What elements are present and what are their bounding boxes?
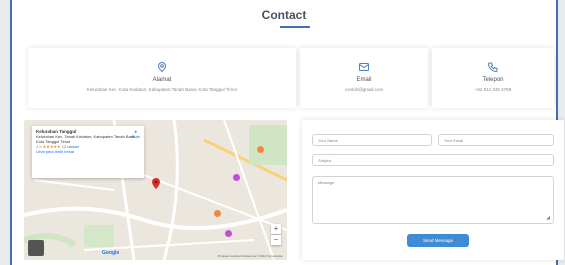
zoom-out-button[interactable]: − — [271, 235, 281, 245]
place-info-card: Kelurahan Tanggul Kelurahan Kec. Tanah K… — [32, 126, 144, 178]
map-pin-icon — [156, 60, 168, 73]
email-card: Email contoh@gmail.com — [300, 48, 428, 108]
email-input[interactable]: Your Email — [438, 134, 554, 146]
phone-icon — [487, 60, 499, 73]
email-label: Email — [356, 77, 372, 83]
street-view-thumbnail[interactable] — [28, 240, 44, 256]
place-address: Kelurahan Kec. Tanah Kedaton, Kabupaten … — [36, 134, 137, 144]
directions-label: Rute — [131, 134, 140, 139]
embedded-map[interactable]: Kelurahan Tanggul Kelurahan Kec. Tanah K… — [24, 120, 287, 260]
subject-input[interactable]: Subject — [312, 154, 554, 166]
larger-map-link[interactable]: Lihat peta lebih besar — [36, 149, 140, 154]
send-message-button[interactable]: Send Message — [407, 234, 469, 247]
email-value[interactable]: contoh@gmail.com — [300, 87, 428, 92]
address-card: Alamat Kelurahan Kec. Kota Kedaton, Kabu… — [28, 48, 296, 108]
section-title: Contact — [261, 8, 307, 22]
message-placeholder: Message — [318, 180, 335, 185]
phone-label: Telepon — [482, 77, 504, 83]
envelope-icon — [358, 60, 370, 72]
name-input[interactable]: Your Name — [312, 134, 432, 146]
address-label: Alamat — [152, 77, 172, 83]
directions-button[interactable]: ➤ Rute — [132, 129, 140, 139]
message-textarea[interactable]: Message ◢ — [312, 176, 554, 224]
resize-handle-icon[interactable]: ◢ — [546, 215, 550, 221]
phone-card: Telepon +62 812 345 6789 — [432, 48, 554, 108]
contact-section: Contact Alamat Kelurahan Kec. Kota Kedat… — [10, 0, 564, 265]
title-underline — [280, 26, 310, 28]
phone-value[interactable]: +62 812 345 6789 — [432, 87, 554, 92]
zoom-in-button[interactable]: + — [271, 224, 281, 234]
map-terms[interactable]: Pintasan keyboard Data peta ©2024 Persya… — [218, 254, 283, 258]
address-value: Kelurahan Kec. Kota Kedaton, Kabupaten T… — [86, 87, 238, 92]
google-logo: Google — [102, 250, 120, 256]
contact-form: Your Name Your Email Subject Message ◢ S… — [302, 120, 564, 260]
